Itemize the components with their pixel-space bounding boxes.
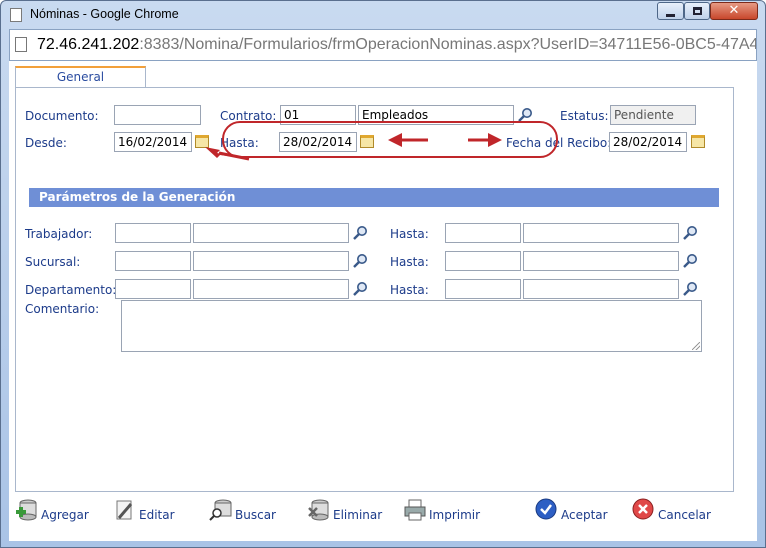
maximize-button[interactable] bbox=[684, 2, 710, 20]
sucursal-code-input[interactable] bbox=[115, 251, 191, 271]
departamento-hasta-search-icon[interactable] bbox=[682, 281, 698, 297]
minimize-button[interactable] bbox=[657, 2, 684, 20]
agregar-button[interactable]: Agregar bbox=[15, 496, 95, 526]
check-icon bbox=[535, 498, 557, 520]
close-icon: ✕ bbox=[728, 3, 740, 18]
trabajador-hasta-label: Hasta: bbox=[390, 227, 429, 241]
agregar-label: Agregar bbox=[41, 508, 89, 522]
sucursal-name-input[interactable] bbox=[193, 251, 349, 271]
imprimir-label: Imprimir bbox=[429, 508, 481, 522]
resize-grip-icon[interactable] bbox=[692, 342, 700, 350]
form-panel: Documento: Contrato: 01 Empleados Estatu… bbox=[15, 87, 734, 492]
cancelar-label: Cancelar bbox=[658, 508, 711, 522]
fecha-recibo-calendar-icon[interactable] bbox=[691, 135, 705, 148]
fecha-recibo-date-input[interactable]: 28/02/2014 bbox=[609, 132, 687, 152]
title-bar: Nóminas - Google Chrome ✕ bbox=[1, 1, 765, 29]
comentario-label: Comentario: bbox=[25, 302, 100, 316]
window-title: Nóminas - Google Chrome bbox=[30, 7, 179, 21]
url-host: 72.46.241.202 bbox=[37, 36, 140, 53]
trabajador-label: Trabajador: bbox=[25, 227, 93, 241]
minimize-icon bbox=[666, 14, 675, 17]
printer-icon bbox=[404, 499, 426, 521]
departamento-label: Departamento: bbox=[25, 283, 117, 297]
estatus-label: Estatus: bbox=[560, 109, 609, 123]
desde-label: Desde: bbox=[25, 136, 67, 150]
cancel-icon bbox=[632, 498, 654, 520]
address-bar[interactable]: 72.46.241.202:8383/Nomina/Formularios/fr… bbox=[9, 29, 757, 61]
trabajador-hasta-code-input[interactable] bbox=[445, 223, 521, 243]
sucursal-search-icon[interactable] bbox=[352, 253, 368, 269]
departamento-hasta-label: Hasta: bbox=[390, 283, 429, 297]
sucursal-hasta-search-icon[interactable] bbox=[682, 253, 698, 269]
trabajador-hasta-name-input[interactable] bbox=[523, 223, 679, 243]
departamento-search-icon[interactable] bbox=[352, 281, 368, 297]
sucursal-hasta-label: Hasta: bbox=[390, 255, 429, 269]
maximize-icon bbox=[693, 7, 702, 15]
buscar-button[interactable]: Buscar bbox=[209, 496, 279, 526]
eliminar-button[interactable]: Eliminar bbox=[307, 496, 387, 526]
aceptar-label: Aceptar bbox=[561, 508, 608, 522]
estatus-field: Pendiente bbox=[610, 105, 696, 125]
browser-window: Nóminas - Google Chrome ✕ 72.46.241.202:… bbox=[0, 0, 766, 548]
page-content: General Documento: Contrato: 01 Empleado… bbox=[9, 61, 757, 541]
tab-general[interactable]: General bbox=[15, 66, 146, 88]
cancelar-button[interactable]: Cancelar bbox=[632, 496, 712, 526]
imprimir-button[interactable]: Imprimir bbox=[403, 496, 483, 526]
url-text: 72.46.241.202:8383/Nomina/Formularios/fr… bbox=[37, 36, 757, 54]
trabajador-name-input[interactable] bbox=[193, 223, 349, 243]
url-path: :8383/Nomina/Formularios/frmOperacionNom… bbox=[139, 36, 757, 53]
add-database-icon bbox=[16, 499, 37, 521]
edit-pencil-icon bbox=[116, 500, 133, 520]
section-header: Parámetros de la Generación bbox=[29, 188, 719, 207]
documento-label: Documento: bbox=[25, 109, 99, 123]
sucursal-hasta-code-input[interactable] bbox=[445, 251, 521, 271]
search-database-icon bbox=[209, 499, 232, 521]
sucursal-label: Sucursal: bbox=[25, 255, 81, 269]
contrato-highlight-ellipse bbox=[222, 121, 558, 158]
eliminar-label: Eliminar bbox=[333, 508, 383, 522]
close-button[interactable]: ✕ bbox=[710, 2, 758, 20]
editar-button[interactable]: Editar bbox=[113, 496, 183, 526]
departamento-hasta-code-input[interactable] bbox=[445, 279, 521, 299]
comentario-textarea[interactable] bbox=[121, 300, 702, 352]
editar-label: Editar bbox=[139, 508, 175, 522]
documento-input[interactable] bbox=[114, 105, 201, 125]
sucursal-hasta-name-input[interactable] bbox=[523, 251, 679, 271]
buscar-label: Buscar bbox=[235, 508, 276, 522]
trabajador-code-input[interactable] bbox=[115, 223, 191, 243]
page-icon bbox=[10, 8, 22, 22]
departamento-name-input[interactable] bbox=[193, 279, 349, 299]
aceptar-button[interactable]: Aceptar bbox=[535, 496, 608, 526]
desde-calendar-icon[interactable] bbox=[195, 135, 209, 148]
delete-database-icon bbox=[308, 499, 329, 521]
desde-date-input[interactable]: 16/02/2014 bbox=[114, 132, 192, 152]
trabajador-hasta-search-icon[interactable] bbox=[682, 225, 698, 241]
departamento-hasta-name-input[interactable] bbox=[523, 279, 679, 299]
trabajador-search-icon[interactable] bbox=[352, 225, 368, 241]
page-icon bbox=[15, 37, 27, 52]
departamento-code-input[interactable] bbox=[115, 279, 191, 299]
